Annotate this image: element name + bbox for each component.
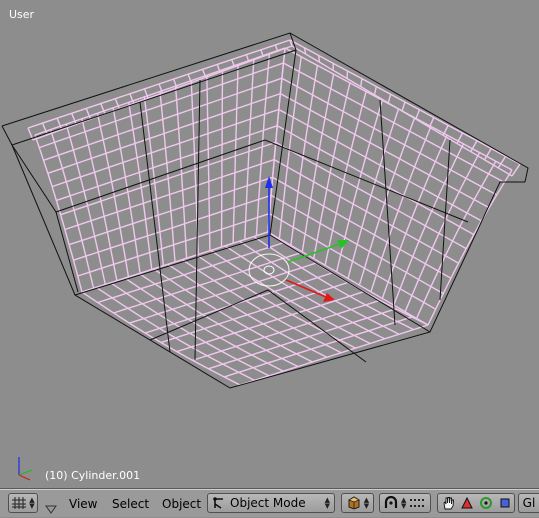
wire-edge bbox=[302, 74, 333, 252]
select-menu[interactable]: Select bbox=[112, 495, 149, 513]
wire-edge bbox=[33, 46, 292, 140]
mode-select[interactable]: Object Mode ▲▼ bbox=[207, 493, 335, 513]
view-axis-gizmo bbox=[19, 457, 32, 480]
wire-edge bbox=[224, 317, 412, 377]
wire-edge bbox=[416, 110, 420, 119]
wire-edge bbox=[65, 160, 274, 230]
shaded-cube-icon bbox=[346, 496, 362, 510]
wire-edge bbox=[347, 71, 348, 79]
manipulator-center[interactable] bbox=[264, 266, 274, 274]
viewport-header: ▲▼ View Select Object Object Mode ▲▼ ▲▼ … bbox=[0, 489, 539, 517]
wire-edge bbox=[371, 126, 431, 291]
wire-edge bbox=[245, 59, 254, 240]
rotate-circle-icon[interactable] bbox=[479, 496, 493, 510]
hand-icon[interactable] bbox=[441, 496, 455, 510]
view-name-label: User bbox=[9, 9, 34, 21]
wire-edge bbox=[51, 130, 94, 289]
wire-edge bbox=[233, 64, 238, 243]
wire-edge bbox=[207, 75, 210, 251]
updown-arrows-icon: ▲▼ bbox=[29, 497, 34, 509]
wire-edge bbox=[69, 177, 272, 244]
wire-edge bbox=[57, 118, 62, 129]
object-menu[interactable]: Object bbox=[162, 495, 201, 513]
wire-edge bbox=[375, 87, 377, 95]
wire-edge bbox=[361, 79, 362, 87]
global-orientation-button[interactable]: Gl bbox=[518, 493, 539, 513]
scale-square-icon[interactable] bbox=[498, 496, 512, 510]
wire-edge bbox=[417, 161, 496, 318]
3d-viewport[interactable]: User (10) Cylinder.001 bbox=[0, 0, 539, 489]
grid-icon bbox=[11, 496, 27, 510]
wire-edge bbox=[98, 113, 129, 277]
wire-edge bbox=[380, 100, 395, 325]
wire-edge bbox=[388, 94, 390, 103]
wire-edge bbox=[512, 164, 520, 176]
wire-edge bbox=[240, 325, 428, 385]
wire-edge bbox=[56, 126, 277, 201]
wire-edge bbox=[428, 170, 512, 325]
editor-type-button[interactable]: ▲▼ bbox=[8, 493, 38, 513]
wire-edge bbox=[430, 118, 434, 128]
draw-type-button[interactable]: ▲▼ bbox=[341, 493, 374, 513]
viewport-scene[interactable] bbox=[0, 0, 539, 489]
wire-edge bbox=[222, 70, 223, 247]
collapse-menu-triangle-icon[interactable] bbox=[45, 499, 57, 518]
updown-arrows-icon: ▲▼ bbox=[325, 497, 330, 509]
pivot-point-button[interactable]: ▲▼ bbox=[379, 493, 431, 513]
subdivided-mesh-wireframe[interactable] bbox=[28, 40, 520, 385]
dots-pivot-icon bbox=[409, 496, 425, 510]
wire-edge bbox=[78, 214, 270, 276]
translate-triangle-icon[interactable] bbox=[460, 496, 474, 510]
active-object-label: (10) Cylinder.001 bbox=[45, 470, 140, 482]
magnet-pivot-icon bbox=[383, 496, 399, 510]
object-mode-icon bbox=[212, 496, 226, 510]
mode-label: Object Mode bbox=[230, 496, 306, 510]
wire-edge bbox=[402, 102, 405, 111]
view-menu[interactable]: View bbox=[69, 495, 97, 513]
wire-edge bbox=[177, 292, 364, 352]
manipulator-toggles[interactable] bbox=[437, 493, 515, 513]
updown-arrows-icon: ▲▼ bbox=[401, 497, 406, 509]
wire-edge bbox=[35, 48, 285, 135]
wire-edge bbox=[292, 46, 512, 176]
wire-edge bbox=[48, 94, 281, 174]
updown-arrows-icon: ▲▼ bbox=[364, 497, 369, 509]
wire-edge bbox=[74, 195, 272, 260]
wire-edge bbox=[394, 144, 464, 305]
wire-edge bbox=[268, 48, 285, 232]
